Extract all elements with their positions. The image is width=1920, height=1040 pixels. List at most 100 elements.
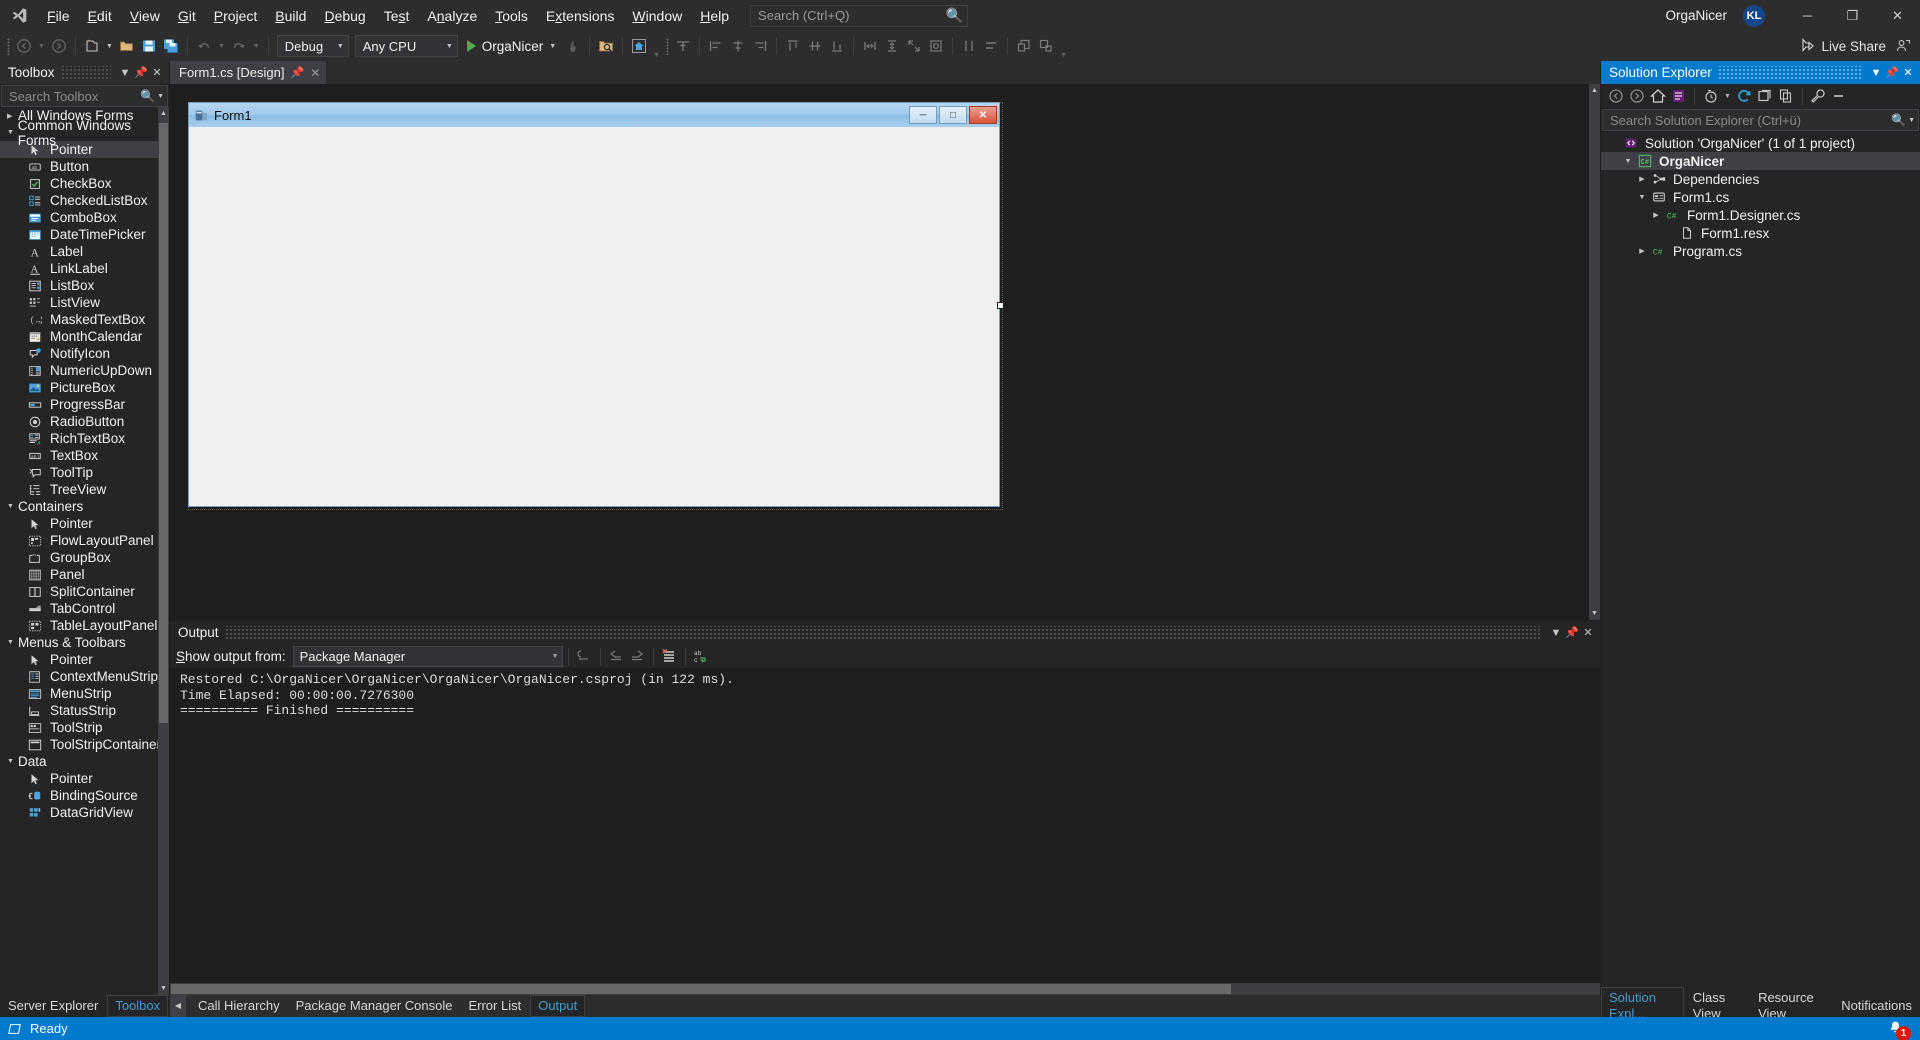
search-icon[interactable]: 🔍 [1891,113,1906,127]
send-backward-button[interactable] [1035,35,1057,57]
redo-dropdown-icon[interactable]: ▼ [250,43,263,50]
toolbox-item-progressbar[interactable]: ProgressBar [0,396,169,413]
toolbox-item-tooltip[interactable]: ToolTip [0,464,169,481]
save-all-button[interactable] [160,35,182,57]
close-icon[interactable]: ✕ [310,66,320,80]
toolbox-item-listview[interactable]: ListView [0,294,169,311]
new-project-dropdown-icon[interactable]: ▼ [103,43,116,50]
tab-call-hierarchy[interactable]: Call Hierarchy [191,996,287,1016]
solution-platform-combo[interactable]: Any CPU ▼ [355,35,458,57]
toolbox-item-checkedlistbox[interactable]: CheckedListBox [0,192,169,209]
scroll-down-icon[interactable]: ▼ [158,982,169,995]
chevron-down-icon[interactable]: ▼ [1548,627,1564,639]
toolbox-group-common-windows-forms[interactable]: ▼Common Windows Forms [0,124,169,141]
tab-notifications[interactable]: Notifications [1834,996,1919,1016]
toolbox-item-flowlayoutpanel[interactable]: FlowLayoutPanel [0,532,169,549]
solution-configuration-combo[interactable]: Debug ▼ [277,35,349,57]
toolbox-item-statusstrip[interactable]: StatusStrip [0,702,169,719]
chevron-right-icon[interactable]: ▶ [1649,211,1663,219]
toolbox-item-groupbox[interactable]: xyGroupBox [0,549,169,566]
tab-scroll-left-icon[interactable]: ◀ [170,995,186,1017]
home-designer-button[interactable] [628,35,650,57]
navigate-backward-icon[interactable] [1605,86,1626,107]
output-text-area[interactable]: Restored C:\OrgaNicer\OrgaNicer\OrgaNice… [170,668,1600,983]
navigate-back-button[interactable] [13,35,35,57]
chevron-right-icon[interactable]: ▶ [1635,175,1649,183]
toolbox-item-tabcontrol[interactable]: TabControl [0,600,169,617]
size-to-grid-button[interactable] [903,35,925,57]
home-dropdown-icon[interactable]: ▼ [650,52,663,61]
solution-explorer-tree[interactable]: Solution 'OrgaNicer' (1 of 1 project)▼C#… [1601,132,1920,995]
align-middles-button[interactable] [804,35,826,57]
toolbox-group-data[interactable]: ▼Data [0,753,169,770]
chevron-down-icon[interactable]: ▼ [1635,194,1649,201]
toolbox-item-picturebox[interactable]: PictureBox [0,379,169,396]
toolbox-item-numericupdown[interactable]: 12NumericUpDown [0,362,169,379]
tab-output[interactable]: Output [530,995,585,1017]
pending-changes-filter-icon[interactable] [1700,86,1721,107]
properties-icon[interactable] [1808,86,1829,107]
toolbox-item-datagridview[interactable]: DataGridView [0,804,169,821]
toolbox-item-richtextbox[interactable]: ARichTextBox [0,430,169,447]
toolbox-item-notifyicon[interactable]: NotifyIcon [0,345,169,362]
toolbox-item-pointer[interactable]: Pointer [0,515,169,532]
toolbox-item-textbox[interactable]: ablTextBox [0,447,169,464]
menu-file[interactable]: File [38,3,79,29]
toolbox-item-combobox[interactable]: ComboBox [0,209,169,226]
chevron-down-icon[interactable]: ▼ [1621,158,1635,165]
toolbox-item-datetimepicker[interactable]: DateTimePicker [0,226,169,243]
navigate-back-dropdown-icon[interactable]: ▼ [35,43,48,50]
toolbar-overflow-icon[interactable]: ▼ [1057,52,1070,61]
toolbox-search-input[interactable]: Search Toolbox 🔍 ▼ [1,85,168,107]
avatar[interactable]: KL [1743,5,1765,27]
quick-search-box[interactable]: Search (Ctrl+Q) 🔍 [750,5,968,27]
close-icon[interactable]: ✕ [1580,626,1596,639]
close-icon[interactable]: ✕ [1900,66,1916,79]
solution-tree-item-organicer[interactable]: ▼C#OrgaNicer [1601,152,1920,170]
window-restore-button[interactable]: ❐ [1830,0,1875,31]
toolbox-item-pointer[interactable]: Pointer [0,651,169,668]
toolbox-item-treeview[interactable]: TreeView [0,481,169,498]
notifications-button[interactable]: 1 [1887,1020,1904,1037]
home-icon[interactable] [1647,86,1668,107]
align-to-grid-button[interactable] [672,35,694,57]
navigate-forward-button[interactable] [48,35,70,57]
output-source-combo[interactable]: Package Manager ▼ [293,646,563,667]
pending-changes-icon[interactable] [1668,86,1689,107]
menu-extensions[interactable]: Extensions [537,3,624,29]
align-bottoms-button[interactable] [826,35,848,57]
window-minimize-button[interactable]: ─ [1785,0,1830,31]
navigate-forward-icon[interactable] [1626,86,1647,107]
form1-title-bar[interactable]: Form1 ─ □ ✕ [189,103,999,127]
collapse-all-icon[interactable] [1755,86,1776,107]
menu-window[interactable]: Window [623,3,691,29]
toolbox-tree[interactable]: ▶All Windows Forms▼Common Windows FormsP… [0,107,169,995]
preview-selected-items-icon[interactable] [1829,86,1850,107]
vertical-spacing-button[interactable] [980,35,1002,57]
redo-button[interactable] [228,35,250,57]
toolbar-grip[interactable] [4,36,13,56]
pin-icon[interactable]: 📌 [133,66,149,79]
solution-explorer-search-input[interactable]: Search Solution Explorer (Ctrl+ü) 🔍 ▼ [1602,109,1919,131]
toggle-word-wrap-button[interactable]: abc [691,646,712,667]
solution-tree-item-dependencies[interactable]: ▶Dependencies [1601,170,1920,188]
make-same-height-button[interactable] [881,35,903,57]
save-button[interactable] [138,35,160,57]
close-icon[interactable]: ✕ [149,66,165,79]
toolbox-item-maskedtextbox[interactable]: (.)MaskedTextBox [0,311,169,328]
pin-icon[interactable]: 📌 [1564,626,1580,639]
toolbox-item-label[interactable]: ALabel [0,243,169,260]
solution-tree-item-program-cs[interactable]: ▶C#Program.cs [1601,242,1920,260]
align-lefts-button[interactable] [705,35,727,57]
toolbox-group-menus-toolbars[interactable]: ▼Menus & Toolbars [0,634,169,651]
start-debug-button[interactable]: OrgaNicer ▼ [461,35,562,57]
menu-debug[interactable]: Debug [315,3,374,29]
undo-button[interactable] [193,35,215,57]
live-share-button[interactable]: Live Share [1794,35,1892,57]
toolbox-scrollbar[interactable]: ▲ ▼ [158,107,169,995]
chevron-down-icon[interactable]: ▼ [117,67,133,79]
align-tops-button[interactable] [782,35,804,57]
go-to-previous-message-button[interactable] [606,646,627,667]
align-centers-button[interactable] [727,35,749,57]
hot-reload-button[interactable] [562,35,584,57]
